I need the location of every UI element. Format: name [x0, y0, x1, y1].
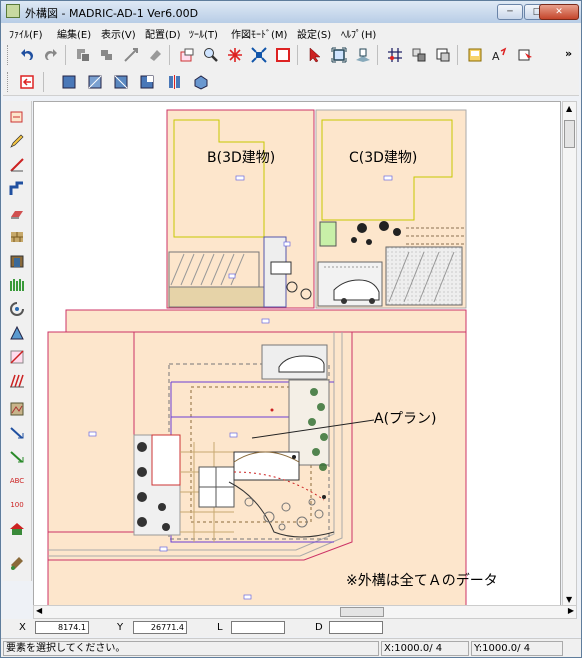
scroll-left-icon[interactable]: ◀: [36, 606, 42, 615]
view-front-icon[interactable]: [85, 72, 105, 92]
grid-icon[interactable]: [385, 45, 405, 65]
l-label: L: [217, 622, 223, 633]
status-scale-y: Y:1000.0/ 4: [471, 641, 563, 656]
view-plan-icon[interactable]: [59, 72, 79, 92]
text-tool-icon[interactable]: ABC: [7, 471, 27, 491]
side-toolbar: ABC 100: [3, 101, 32, 581]
x-label: X: [19, 622, 26, 633]
help-pointer-icon[interactable]: [515, 45, 535, 65]
status-message: 要素を選択してください。: [3, 641, 379, 656]
app-icon: [6, 4, 20, 18]
property-icon[interactable]: [465, 45, 485, 65]
line-icon[interactable]: [121, 45, 141, 65]
vertical-scroll-thumb[interactable]: [564, 120, 575, 148]
undo-icon[interactable]: [17, 45, 37, 65]
pencil-icon[interactable]: [7, 131, 27, 151]
d-label: D: [315, 622, 323, 633]
direction-field[interactable]: [329, 621, 383, 634]
view-side-icon[interactable]: [111, 72, 131, 92]
number-tool-label: 100: [10, 501, 24, 509]
leader-icon[interactable]: [7, 447, 27, 467]
plan-tool-icon[interactable]: [7, 107, 27, 127]
menu-help[interactable]: ﾍﾙﾌﾟ(H): [341, 26, 376, 41]
layer-icon[interactable]: [433, 45, 453, 65]
house-icon[interactable]: [7, 519, 27, 539]
menu-file[interactable]: ﾌｧｲﾙ(F): [9, 26, 43, 41]
label-building-c: C(3D建物): [349, 150, 418, 166]
status-scale-x: X:1000.0/ 4: [381, 641, 469, 656]
dimension-icon[interactable]: [7, 423, 27, 443]
paint-icon[interactable]: [7, 553, 27, 573]
fence-icon[interactable]: [7, 203, 27, 223]
coordinate-bar: X 8174.1 Y 26771.4 L D: [1, 619, 581, 637]
text-icon[interactable]: A: [489, 45, 509, 65]
move-icon[interactable]: [97, 45, 117, 65]
view-iso-icon[interactable]: [191, 72, 211, 92]
view-section-icon[interactable]: [165, 72, 185, 92]
toolbar-overflow[interactable]: »: [565, 47, 572, 60]
view-back-icon[interactable]: [137, 72, 157, 92]
zoom-out-icon[interactable]: [249, 45, 269, 65]
wall-icon[interactable]: [7, 227, 27, 247]
menu-tool[interactable]: ﾂｰﾙ(T): [189, 26, 218, 41]
horizontal-scroll-thumb[interactable]: [340, 607, 384, 617]
copy-icon[interactable]: [73, 45, 93, 65]
vertical-scrollbar[interactable]: ▲ ▼: [562, 101, 577, 607]
zoom-icon[interactable]: [201, 45, 221, 65]
toolbar-grip-2[interactable]: [7, 72, 11, 92]
gate-icon[interactable]: [7, 251, 27, 271]
toolbar-grip[interactable]: [7, 45, 11, 65]
text-tool-label: ABC: [9, 477, 25, 485]
scroll-up-icon[interactable]: ▲: [566, 104, 572, 113]
hatch-icon[interactable]: [7, 371, 27, 391]
select-window-icon[interactable]: [329, 45, 349, 65]
secondary-toolbar: [3, 69, 579, 96]
menu-edit[interactable]: 編集(E): [57, 26, 91, 41]
close-button[interactable]: ✕: [539, 4, 579, 20]
select-arrow-icon[interactable]: [305, 45, 325, 65]
y-coordinate-field[interactable]: 26771.4: [133, 621, 187, 634]
slash-tool-icon[interactable]: [7, 347, 27, 367]
main-toolbar: A »: [3, 41, 579, 70]
label-plan-a: A(プラン): [374, 411, 437, 427]
x-coordinate-field[interactable]: 8174.1: [35, 621, 89, 634]
drawing-canvas[interactable]: B(3D建物) C(3D建物) A(プラン) ※外構は全てＡのデータ: [33, 101, 561, 607]
zoom-window-icon[interactable]: [177, 45, 197, 65]
rotate-icon[interactable]: [7, 299, 27, 319]
exit-icon[interactable]: [17, 72, 37, 92]
menu-place[interactable]: 配置(D): [145, 26, 181, 41]
hedge-icon[interactable]: [7, 275, 27, 295]
view-3d-icon[interactable]: [353, 45, 373, 65]
redraw-icon[interactable]: [273, 45, 293, 65]
cone-icon[interactable]: [7, 323, 27, 343]
image-icon[interactable]: [7, 399, 27, 419]
length-field[interactable]: [231, 621, 285, 634]
scroll-right-icon[interactable]: ▶: [568, 606, 574, 615]
horizontal-scrollbar[interactable]: ◀ ▶: [33, 605, 577, 619]
zoom-in-icon[interactable]: [225, 45, 245, 65]
menu-settings[interactable]: 設定(S): [297, 26, 331, 41]
title-bar: 外構図 - MADRIC-AD-1 Ver6.00D ─ □ ✕: [1, 1, 581, 23]
menu-view[interactable]: 表示(V): [101, 26, 136, 41]
app-window: 外構図 - MADRIC-AD-1 Ver6.00D ─ □ ✕ ﾌｧｲﾙ(F)…: [0, 0, 582, 658]
diagonal-line-icon[interactable]: [7, 155, 27, 175]
site-plan: [47, 109, 467, 606]
scroll-down-icon[interactable]: ▼: [566, 595, 572, 604]
exterior-note: ※外構は全てＡのデータ: [346, 573, 498, 589]
redo-icon[interactable]: [41, 45, 61, 65]
window-title: 外構図 - MADRIC-AD-1 Ver6.00D: [25, 7, 199, 20]
label-building-b: B(3D建物): [207, 150, 276, 166]
y-label: Y: [117, 622, 124, 633]
snap-icon[interactable]: [409, 45, 429, 65]
eraser-icon[interactable]: [145, 45, 165, 65]
minimize-button[interactable]: ─: [497, 4, 523, 20]
menu-draw-mode[interactable]: 作図ﾓｰﾄﾞ(M): [231, 26, 287, 41]
number-tool-icon[interactable]: 100: [7, 495, 27, 515]
polyline-icon[interactable]: [7, 179, 27, 199]
status-bar: 要素を選択してください。 X:1000.0/ 4 Y:1000.0/ 4: [1, 638, 581, 657]
menu-bar: ﾌｧｲﾙ(F) 編集(E) 表示(V) 配置(D) ﾂｰﾙ(T) 作図ﾓｰﾄﾞ(…: [1, 23, 581, 41]
svg-text:A: A: [492, 50, 500, 63]
